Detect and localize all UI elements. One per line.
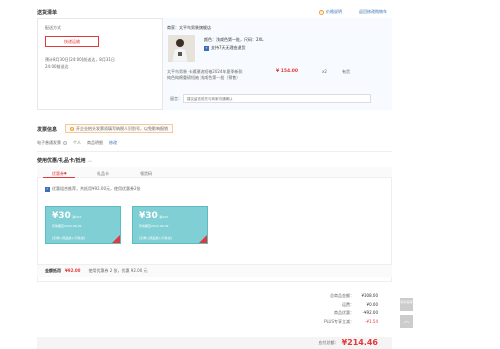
- coupon-tags: [东券] [限品类] [可叠加]: [52, 236, 85, 240]
- coupon-recommend[interactable]: ✓ 优惠组合推荐，共抵用¥92.00元，使用优惠券2张: [45, 186, 141, 192]
- coupon-amount: ¥30 满XXX: [139, 211, 169, 221]
- chevron-up-icon: ︿: [87, 158, 93, 164]
- selected-corner-icon: [199, 235, 207, 243]
- back-to-cart-link[interactable]: 返回修改购物车: [359, 9, 387, 15]
- coupon-card[interactable]: ¥30 满XXX 有效期至2024-09-09 [东券] [限品类] [可叠加]: [132, 206, 208, 244]
- active-tab-indicator: [43, 177, 75, 178]
- remark-label: 留言：: [170, 96, 182, 101]
- coupon-summary-label: 金额抵用: [45, 268, 61, 273]
- invoice-content: 商品明细: [87, 140, 103, 145]
- product-photo-icon: [168, 35, 195, 62]
- totals-block: 总商品金额： ¥308.00 运费： ¥0.00 商品优惠： -¥92.00 P…: [300, 293, 378, 327]
- invoice-type: 电子普通发票: [37, 140, 61, 145]
- coupon-tabs: [37, 167, 392, 178]
- selected-corner-icon: [112, 235, 120, 243]
- warning-icon: !: [70, 126, 74, 131]
- product-qty: x2: [322, 69, 327, 74]
- product-image[interactable]: [168, 35, 195, 62]
- product-price: ¥ 154.00: [276, 69, 299, 74]
- required-icon: ●: [64, 171, 67, 175]
- invoice-title: 发票信息: [37, 127, 58, 133]
- product-stock: 有货: [342, 69, 350, 74]
- delivery-title: 送货清单: [37, 10, 58, 16]
- shipping-option-button[interactable]: 快递运输: [45, 36, 99, 47]
- checkbox-checked-icon[interactable]: ✓: [45, 186, 50, 192]
- coupon-expiry: 有效期至2024-09-09: [139, 224, 169, 228]
- coupon-summary-text: 使用优惠券 2 张，优惠 92.00 元: [88, 268, 148, 273]
- info-icon: !: [319, 9, 324, 15]
- price-notice-link[interactable]: ! 价格说明: [319, 9, 342, 15]
- payable-label: 应付总额：: [318, 339, 339, 345]
- payable-total: 应付总额： ¥214.46: [300, 338, 378, 347]
- shipping-note-2: 24:00前送达: [45, 64, 69, 69]
- total-row: PLUS专享立减： -¥1.54: [324, 318, 378, 324]
- tab-claim-code[interactable]: 领货码: [140, 171, 152, 177]
- return-icon: 7: [204, 45, 209, 51]
- chevron-up-icon: ︿: [403, 318, 410, 325]
- coupon-card[interactable]: ¥30 满XXX 有效期至2024-09-09 [东券] [限品类] [可叠加]: [45, 206, 121, 244]
- payable-value: ¥214.46: [341, 338, 378, 347]
- invoice-edit-link[interactable]: 修改: [109, 140, 117, 146]
- coupon-summary: 金额抵用 ¥92.00 使用优惠券 2 张，优惠 92.00 元: [45, 268, 148, 274]
- coupon-expiry: 有效期至2024-09-09: [52, 224, 82, 228]
- total-row: 商品优惠： -¥92.00: [334, 310, 378, 315]
- total-row: 运费： ¥0.00: [342, 301, 378, 307]
- tab-gift-cards[interactable]: 礼品卡: [97, 171, 109, 177]
- product-service: 7 支持7天无理由退货: [204, 45, 246, 51]
- invoice-personal: 个人: [73, 140, 81, 145]
- coupon-amount: ¥30 满XXX: [52, 211, 82, 221]
- shipping-label: 配送方式: [45, 25, 61, 30]
- total-row: 总商品金额： ¥308.00: [330, 293, 378, 298]
- shipping-note-1: 预计8月30日[24:00]前送达，8月31日: [45, 57, 115, 62]
- coupon-tags: [东券] [限品类] [可叠加]: [139, 236, 172, 240]
- divider: [37, 151, 392, 152]
- invoice-notice: ! 开企业抬头发票须填写纳税人识别号，以免影响报销: [65, 124, 173, 133]
- product-color-size: 颜色：浅咸色第一批，尺码：2XL: [204, 37, 264, 42]
- product-desc-2[interactable]: 纯色纯棉重磅短袖 浅咸色第一批（预售）: [167, 75, 240, 81]
- coupons-title[interactable]: 使用优惠/礼品卡/抵用 ︿: [37, 157, 92, 164]
- back-to-top-button[interactable]: ︿: [400, 315, 413, 328]
- help-icon: ?: [63, 141, 67, 145]
- merchant-name: 商家：太平鸟男装旗舰店: [167, 25, 211, 30]
- invoice-details: 电子普通发票 ? 个人 商品明细 修改: [37, 140, 117, 146]
- remark-input[interactable]: [183, 94, 371, 103]
- customer-service-button[interactable]: 联系客服: [400, 298, 413, 311]
- coupon-summary-amount: ¥92.00: [65, 268, 81, 273]
